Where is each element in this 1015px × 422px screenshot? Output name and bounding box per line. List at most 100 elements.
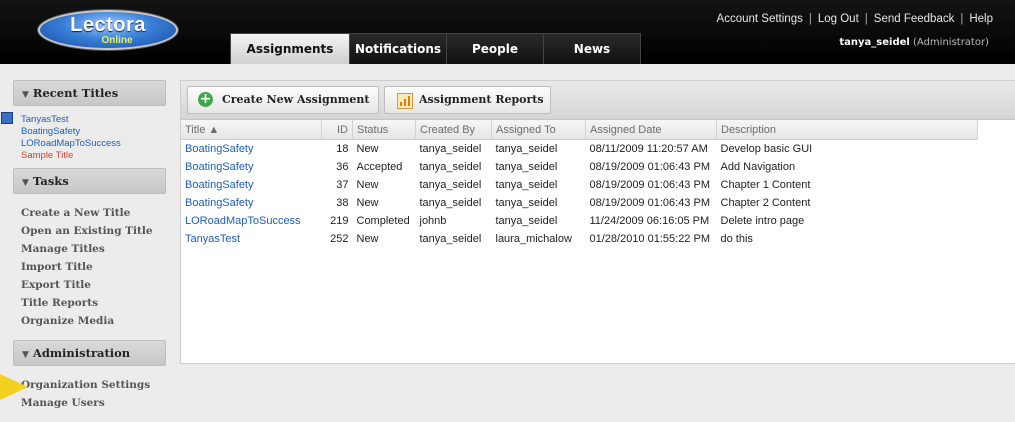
assignment-title-link[interactable]: BoatingSafety bbox=[185, 179, 254, 191]
administration-heading: Administration bbox=[32, 346, 131, 360]
administration-header[interactable]: ▼ Administration bbox=[13, 340, 166, 366]
tasks-list: Create a New Title Open an Existing Titl… bbox=[13, 194, 166, 340]
lectora-logo[interactable]: Lectora Online bbox=[38, 10, 178, 50]
table-row[interactable]: BoatingSafety 36 Accepted tanya_seidel t… bbox=[181, 158, 978, 176]
admin-manage-users[interactable]: Manage Users bbox=[21, 394, 166, 412]
table-row[interactable]: BoatingSafety 38 New tanya_seidel tanya_… bbox=[181, 194, 978, 212]
tasks-heading: Tasks bbox=[32, 174, 69, 188]
tab-news[interactable]: News bbox=[543, 33, 641, 64]
assignment-assigned-to: tanya_seidel bbox=[495, 161, 558, 173]
column-description[interactable]: Description bbox=[716, 120, 978, 140]
assignment-assigned-to: tanya_seidel bbox=[495, 179, 558, 191]
table-row[interactable]: LORoadMapToSuccess 219 Completed johnb t… bbox=[181, 212, 978, 230]
assignment-title-link[interactable]: BoatingSafety bbox=[185, 197, 254, 209]
task-open-title[interactable]: Open an Existing Title bbox=[21, 222, 166, 240]
assignment-description: do this bbox=[720, 233, 753, 245]
assignment-description: Add Navigation bbox=[720, 161, 796, 173]
recent-titles-list: TanyasTest BoatingSafety LORoadMapToSucc… bbox=[13, 106, 166, 168]
assignment-title-link[interactable]: TanyasTest bbox=[185, 233, 240, 245]
assignment-assigned-to: laura_michalow bbox=[495, 233, 572, 245]
separator: | bbox=[960, 13, 964, 25]
assignment-description: Develop basic GUI bbox=[720, 143, 813, 155]
plus-icon: + bbox=[198, 91, 213, 107]
help-link[interactable]: Help bbox=[969, 13, 993, 25]
assignment-id: 37 bbox=[336, 179, 349, 191]
user-info: tanya_seidel (Administrator) bbox=[839, 37, 989, 48]
assignments-table: Title ▲ ID Status Created By Assigned To… bbox=[181, 120, 978, 248]
admin-organization-settings[interactable]: Organization Settings bbox=[21, 376, 166, 394]
assignment-date: 08/19/2009 01:06:43 PM bbox=[589, 179, 710, 191]
table-row[interactable]: TanyasTest 252 New tanya_seidel laura_mi… bbox=[181, 230, 978, 248]
separator: | bbox=[864, 13, 868, 25]
top-bar: Lectora Online Account Settings | Log Out |… bbox=[0, 0, 1015, 64]
assignment-status: New bbox=[356, 143, 379, 155]
send-feedback-link[interactable]: Send Feedback bbox=[874, 13, 955, 25]
assignment-assigned-to: tanya_seidel bbox=[495, 143, 558, 155]
edit-title-icon[interactable] bbox=[1, 112, 13, 124]
log-out-link[interactable]: Log Out bbox=[818, 13, 859, 25]
recent-title-item[interactable]: BoatingSafety bbox=[21, 126, 166, 138]
task-export-title[interactable]: Export Title bbox=[21, 276, 166, 294]
column-assigned-date[interactable]: Assigned Date bbox=[585, 120, 717, 140]
task-title-reports[interactable]: Title Reports bbox=[21, 294, 166, 312]
task-import-title[interactable]: Import Title bbox=[21, 258, 166, 276]
column-status[interactable]: Status bbox=[352, 120, 416, 140]
assignment-created-by: johnb bbox=[419, 215, 447, 227]
assignment-created-by: tanya_seidel bbox=[419, 179, 482, 191]
assignment-date: 08/19/2009 01:06:43 PM bbox=[589, 197, 710, 209]
assignment-id: 252 bbox=[330, 233, 349, 245]
column-assigned-to[interactable]: Assigned To bbox=[491, 120, 586, 140]
assignment-reports-label: Assignment Reports bbox=[419, 93, 544, 106]
logo-name: Lectora bbox=[70, 14, 146, 36]
table-row[interactable]: BoatingSafety 18 New tanya_seidel tanya_… bbox=[181, 140, 978, 159]
assignment-status: New bbox=[356, 233, 379, 245]
collapse-triangle-icon: ▼ bbox=[22, 178, 29, 188]
assignment-status: New bbox=[356, 179, 379, 191]
task-manage-titles[interactable]: Manage Titles bbox=[21, 240, 166, 258]
assignment-title-link[interactable]: BoatingSafety bbox=[185, 161, 254, 173]
assignment-date: 08/11/2009 11:20:57 AM bbox=[589, 143, 708, 155]
logo-sub: Online bbox=[101, 35, 133, 46]
create-assignment-button[interactable]: + Create New Assignment bbox=[187, 86, 379, 114]
assignment-id: 38 bbox=[336, 197, 349, 209]
account-settings-link[interactable]: Account Settings bbox=[717, 13, 803, 25]
separator: | bbox=[808, 13, 812, 25]
table-row[interactable]: BoatingSafety 37 New tanya_seidel tanya_… bbox=[181, 176, 978, 194]
assignment-id: 18 bbox=[336, 143, 349, 155]
column-created-by[interactable]: Created By bbox=[415, 120, 492, 140]
assignment-status: Accepted bbox=[356, 161, 403, 173]
administration-list: Organization Settings Manage Users bbox=[13, 366, 166, 422]
assignment-id: 36 bbox=[336, 161, 349, 173]
assignment-created-by: tanya_seidel bbox=[419, 197, 482, 209]
column-id[interactable]: ID bbox=[321, 120, 353, 140]
assignment-title-link[interactable]: LORoadMapToSuccess bbox=[185, 215, 301, 227]
assignment-title-link[interactable]: BoatingSafety bbox=[185, 143, 254, 155]
recent-title-item[interactable]: TanyasTest bbox=[21, 114, 166, 126]
assignment-description: Delete intro page bbox=[720, 215, 805, 227]
assignment-created-by: tanya_seidel bbox=[419, 233, 482, 245]
recent-titles-header[interactable]: ▼ Recent Titles bbox=[13, 80, 166, 106]
recent-titles-heading: Recent Titles bbox=[32, 86, 119, 100]
recent-title-item[interactable]: Sample Title bbox=[21, 150, 166, 162]
assignment-assigned-to: tanya_seidel bbox=[495, 215, 558, 227]
task-organize-media[interactable]: Organize Media bbox=[21, 312, 166, 330]
recent-title-item[interactable]: LORoadMapToSuccess bbox=[21, 138, 166, 150]
assignment-status: Completed bbox=[356, 215, 410, 227]
collapse-triangle-icon: ▼ bbox=[22, 90, 29, 100]
tab-people[interactable]: People bbox=[446, 33, 544, 64]
task-create-title[interactable]: Create a New Title bbox=[21, 204, 166, 222]
tab-notifications[interactable]: Notifications bbox=[349, 33, 447, 64]
table-header-row: Title ▲ ID Status Created By Assigned To… bbox=[181, 120, 978, 140]
assignment-id: 219 bbox=[330, 215, 349, 227]
tasks-header[interactable]: ▼ Tasks bbox=[13, 168, 166, 194]
user-role: (Administrator) bbox=[913, 37, 989, 48]
report-chart-icon bbox=[397, 93, 413, 109]
collapse-triangle-icon: ▼ bbox=[22, 350, 29, 360]
column-title[interactable]: Title ▲ bbox=[181, 120, 322, 140]
assignment-description: Chapter 1 Content bbox=[720, 179, 811, 191]
tab-assignments[interactable]: Assignments bbox=[230, 33, 350, 64]
assignment-created-by: tanya_seidel bbox=[419, 143, 482, 155]
assignment-date: 11/24/2009 06:16:05 PM bbox=[589, 215, 710, 227]
assignment-reports-button[interactable]: Assignment Reports bbox=[384, 86, 551, 114]
create-assignment-label: Create New Assignment bbox=[222, 93, 370, 106]
